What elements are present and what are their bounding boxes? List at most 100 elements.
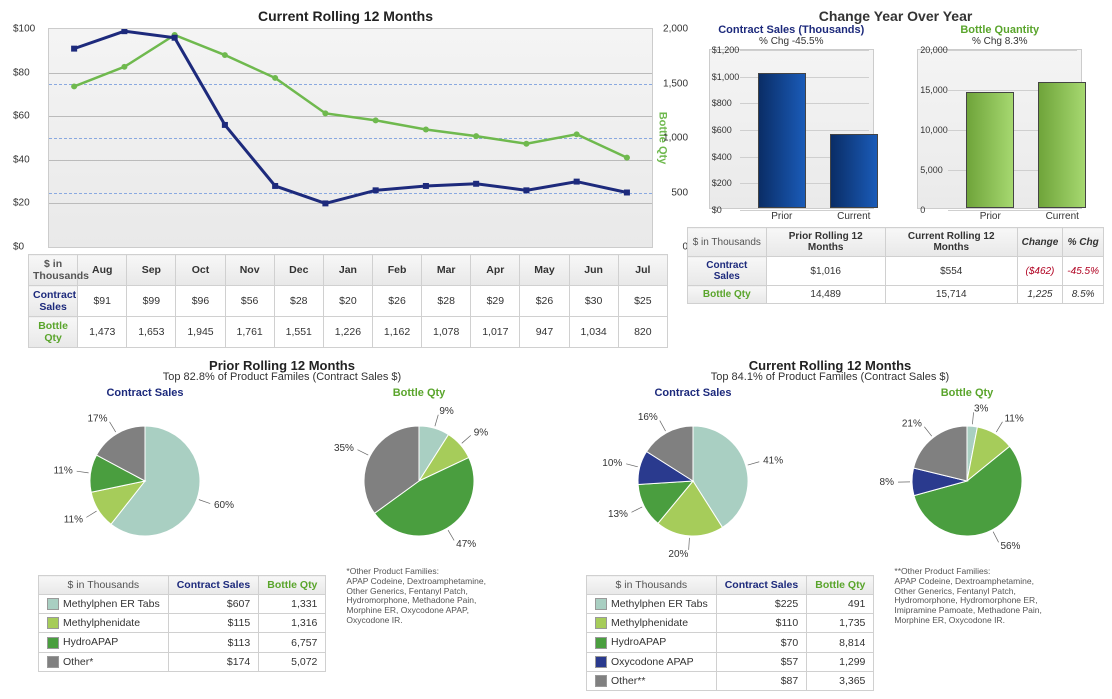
qty-Oct: 1,945 <box>176 317 225 348</box>
prior-pie-block: Prior Rolling 12 Months Top 82.8% of Pro… <box>8 358 556 691</box>
yr-3: 1,500 <box>663 78 688 89</box>
qty-Feb: 1,162 <box>372 317 421 348</box>
curr-sub: Top 84.1% of Product Familes (Contract S… <box>556 371 1104 383</box>
prior-cs-pie: 60% 11% 11% 17% <box>35 401 255 561</box>
yoy-r1b: $554 <box>885 257 1017 286</box>
curr-foot: APAP Codeine, Dextroamphetamine, Other G… <box>894 576 1041 625</box>
sales-Apr: $29 <box>471 286 520 317</box>
svg-text:47%: 47% <box>456 539 476 550</box>
month-Nov: Nov <box>225 255 274 286</box>
yl-5: $100 <box>13 24 35 35</box>
prior-footnote: *Other Product Families: APAP Codeine, D… <box>346 567 506 626</box>
qty-Jan: 1,226 <box>323 317 372 348</box>
prior-bq-pie: 9%9%47%35% <box>309 401 529 561</box>
svg-text:9%: 9% <box>474 428 489 439</box>
prior-foot-h: *Other Product Families: <box>346 566 439 576</box>
table-row: Methylphenidate $110 1,735 <box>587 614 874 633</box>
svg-text:60%: 60% <box>214 500 234 511</box>
qty-Nov: 1,761 <box>225 317 274 348</box>
table-row: Methylphen ER Tabs $225 491 <box>587 595 874 614</box>
yl-2: $40 <box>13 154 30 165</box>
sales-Feb: $26 <box>372 286 421 317</box>
qty-Dec: 1,551 <box>274 317 323 348</box>
svg-text:41%: 41% <box>763 456 783 467</box>
c-th1: Contract Sales <box>716 576 807 595</box>
yoy-h3: Change <box>1017 228 1063 257</box>
yl-0: $0 <box>13 242 24 253</box>
yoy-sales-bar-chart: $0$200$400$600$800$1,000$1,200 Prior Cur… <box>709 49 874 209</box>
yoy-r2a: 14,489 <box>766 286 885 304</box>
svg-text:16%: 16% <box>638 412 658 423</box>
svg-text:17%: 17% <box>87 413 107 424</box>
svg-text:11%: 11% <box>1004 413 1023 424</box>
month-Oct: Oct <box>176 255 225 286</box>
yoy-r1: Contract Sales <box>688 257 767 286</box>
sales-Dec: $28 <box>274 286 323 317</box>
c-th0: $ in Thousands <box>587 576 717 595</box>
yr-2: 1,000 <box>663 133 688 144</box>
row-contract-sales: Contract Sales <box>29 286 78 317</box>
sales-May: $26 <box>520 286 569 317</box>
svg-text:13%: 13% <box>608 509 628 520</box>
curr-cs-pie: 41%20%13%10%16% <box>583 401 803 561</box>
yoy-qty-bar-chart: 05,00010,00015,00020,000 Prior Current <box>917 49 1082 209</box>
curr-bq-label: Bottle Qty <box>852 387 1082 399</box>
yoy-r1c: ($462) <box>1017 257 1063 286</box>
table-row: Methylphenidate $115 1,316 <box>39 614 326 633</box>
tbl-corner: $ in Thousands <box>29 255 78 286</box>
yoy-sales-title: Contract Sales (Thousands) <box>687 24 895 36</box>
qty-Sep: 1,653 <box>127 317 176 348</box>
svg-text:21%: 21% <box>902 419 922 430</box>
p-th0: $ in Thousands <box>39 576 169 595</box>
month-Dec: Dec <box>274 255 323 286</box>
swatch-icon <box>595 637 607 649</box>
svg-text:20%: 20% <box>668 549 688 560</box>
svg-text:11%: 11% <box>53 466 72 477</box>
qty-Jun: 1,034 <box>569 317 618 348</box>
qty-Aug: 1,473 <box>78 317 127 348</box>
curr-footnote: **Other Product Families: APAP Codeine, … <box>894 567 1054 626</box>
yoy-h0: $ in Thousands <box>688 228 767 257</box>
yoy-block: Change Year Over Year Contract Sales (Th… <box>687 8 1104 348</box>
yoy-qty-title: Bottle Quantity <box>896 24 1104 36</box>
qty-Apr: 1,017 <box>471 317 520 348</box>
yr-4: 2,000 <box>663 24 688 35</box>
current-pie-block: Current Rolling 12 Months Top 84.1% of P… <box>556 358 1104 691</box>
yoy-h1: Prior Rolling 12 Months <box>766 228 885 257</box>
sales-Jun: $30 <box>569 286 618 317</box>
swatch-icon <box>595 675 607 687</box>
yoy-r2d: 8.5% <box>1063 286 1104 304</box>
prior-foot: APAP Codeine, Dextroamphetamine, Other G… <box>346 576 486 625</box>
table-row: Methylphen ER Tabs $607 1,331 <box>39 595 326 614</box>
yoy-r1a: $1,016 <box>766 257 885 286</box>
yoy-r2b: 15,714 <box>885 286 1017 304</box>
prior-bq-label: Bottle Qty <box>304 387 534 399</box>
row-bottle-qty: Bottle Qty <box>29 317 78 348</box>
qty-Mar: 1,078 <box>422 317 471 348</box>
qty-Jul: 820 <box>618 317 667 348</box>
yoy-title: Change Year Over Year <box>687 8 1104 24</box>
qty-May: 947 <box>520 317 569 348</box>
prior-product-table: $ in Thousands Contract Sales Bottle Qty… <box>38 575 326 672</box>
yoy-r2c: 1,225 <box>1017 286 1063 304</box>
svg-text:8%: 8% <box>880 477 895 488</box>
yr-1: 500 <box>671 187 688 198</box>
line-chart-title: Current Rolling 12 Months <box>8 8 683 24</box>
sales-Nov: $56 <box>225 286 274 317</box>
sales-Oct: $96 <box>176 286 225 317</box>
table-row: HydroAPAP $70 8,814 <box>587 633 874 652</box>
yoy-table: $ in Thousands Prior Rolling 12 Months C… <box>687 227 1104 304</box>
svg-text:56%: 56% <box>1000 541 1020 552</box>
swatch-icon <box>595 656 607 668</box>
month-Jul: Jul <box>618 255 667 286</box>
prior-sub: Top 82.8% of Product Familes (Contract S… <box>8 371 556 383</box>
rolling-12-line-block: Current Rolling 12 Months Contract Sales… <box>8 8 683 348</box>
line-chart: $0 $20 $40 $60 $80 $100 0 500 1,000 1,50… <box>48 28 653 248</box>
yl-1: $20 <box>13 198 30 209</box>
line-data-table: $ in ThousandsAugSepOctNovDecJanFebMarAp… <box>28 254 668 348</box>
sales-Aug: $91 <box>78 286 127 317</box>
svg-text:11%: 11% <box>64 514 83 525</box>
svg-text:3%: 3% <box>974 403 989 414</box>
yoy-h2: Current Rolling 12 Months <box>885 228 1017 257</box>
swatch-icon <box>47 598 59 610</box>
